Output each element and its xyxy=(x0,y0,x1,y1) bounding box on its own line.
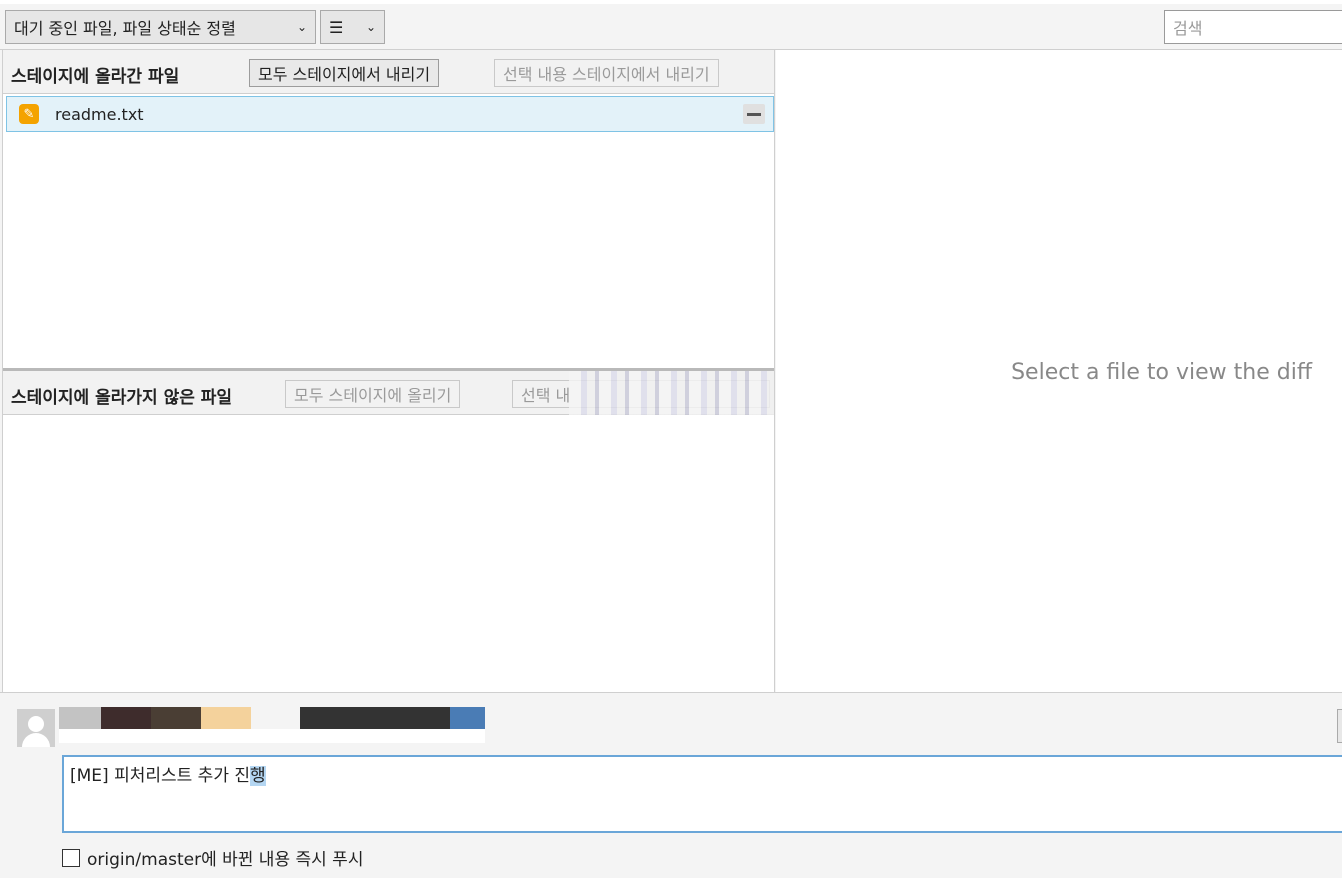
redacted-author-underlay xyxy=(59,729,485,743)
sort-filter-label: 대기 중인 파일, 파일 상태순 정렬 xyxy=(14,19,236,38)
file-status-pane: 스테이지에 올라간 파일 모두 스테이지에서 내리기 선택 내용 스테이지에서 … xyxy=(2,50,775,692)
sort-filter-select[interactable]: 대기 중인 파일, 파일 상태순 정렬 ⌄ xyxy=(5,10,316,44)
chevron-down-icon: ⌄ xyxy=(365,20,376,34)
toolbar: 대기 중인 파일, 파일 상태순 정렬 ⌄ ☰ ⌄ 검색 xyxy=(0,0,1342,50)
stage-all-button[interactable]: 모두 스테이지에 올리기 xyxy=(285,380,461,408)
push-checkbox[interactable] xyxy=(62,848,80,867)
commit-message-input[interactable]: [ME] 피처리스트 추가 진행 xyxy=(62,755,1342,833)
staged-file-row[interactable]: ✎ readme.txt xyxy=(6,96,774,132)
view-mode-select[interactable]: ☰ ⌄ xyxy=(320,10,385,44)
diff-hint: Select a file to view the diff xyxy=(1011,360,1312,385)
unstaged-files-header: 스테이지에 올라가지 않은 파일 모두 스테이지에 올리기 선택 내 xyxy=(3,371,774,415)
chevron-down-icon: ⌄ xyxy=(296,20,307,34)
stage-selected-label: 선택 내 xyxy=(521,386,571,405)
unstaged-files-title: 스테이지에 올라가지 않은 파일 xyxy=(11,388,233,408)
avatar xyxy=(17,709,55,747)
unstage-all-button[interactable]: 모두 스테이지에서 내리기 xyxy=(249,59,440,87)
push-label: origin/master에 바뀐 내용 즉시 푸시 xyxy=(87,850,364,870)
push-option[interactable]: origin/master에 바뀐 내용 즉시 푸시 xyxy=(62,845,363,870)
commit-message-text: [ME] 피처리스트 추가 진 xyxy=(70,766,251,786)
list-icon: ☰ xyxy=(329,17,344,37)
commit-message-selection: 행 xyxy=(250,766,266,786)
staged-files-header: 스테이지에 올라간 파일 모두 스테이지에서 내리기 선택 내용 스테이지에서 … xyxy=(3,50,774,94)
commit-area: [ME] 피처리스트 추가 진행 origin/master에 바뀐 내용 즉시… xyxy=(0,692,1342,878)
commit-options-button[interactable] xyxy=(1337,709,1342,743)
redacted-author xyxy=(59,707,485,729)
redacted-region xyxy=(569,371,774,415)
unstage-selected-button[interactable]: 선택 내용 스테이지에서 내리기 xyxy=(494,59,719,87)
unstage-file-button[interactable] xyxy=(743,104,765,124)
file-name: readme.txt xyxy=(55,104,144,124)
diff-pane: Select a file to view the diff xyxy=(776,50,1342,692)
pencil-icon: ✎ xyxy=(19,104,39,124)
staged-files-title: 스테이지에 올라간 파일 xyxy=(11,67,180,87)
search-input[interactable]: 검색 xyxy=(1164,10,1342,44)
search-placeholder: 검색 xyxy=(1173,19,1203,38)
